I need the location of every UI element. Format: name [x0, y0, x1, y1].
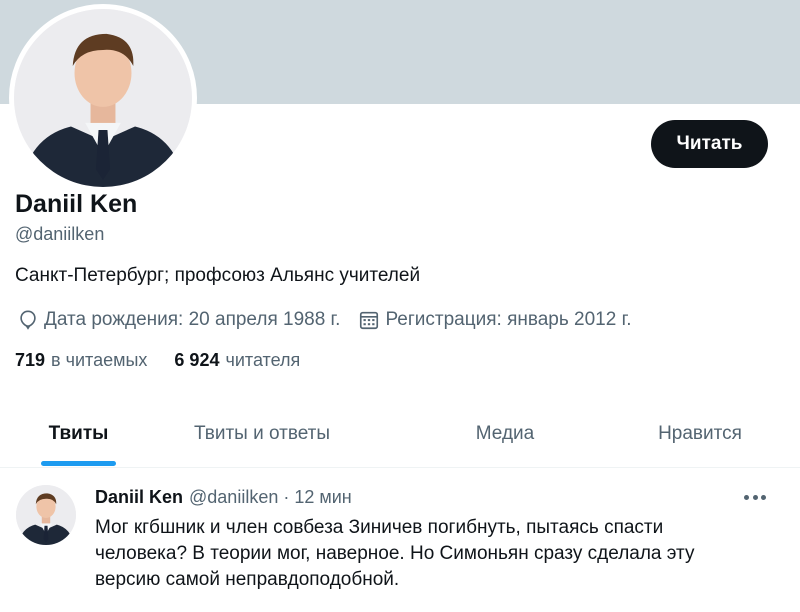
tab-tweets[interactable]: Твиты — [0, 400, 157, 467]
more-dots-icon[interactable] — [744, 491, 766, 503]
followers-link[interactable]: 6 924 читателя — [174, 350, 300, 371]
birthday-item: Дата рождения: 20 апреля 1988 г. — [17, 309, 340, 331]
profile-stats: 719 в читаемых 6 924 читателя — [15, 350, 300, 371]
tweet-avatar-image — [16, 485, 76, 545]
profile-avatar-image — [14, 9, 192, 187]
profile-handle: @daniilken — [15, 224, 105, 244]
balloon-icon — [17, 309, 39, 331]
tab-media[interactable]: Медиа — [430, 400, 580, 467]
active-tab-indicator — [41, 461, 116, 466]
tweet-text-line: человека? В теории мог, наверное. Но Сим… — [95, 543, 695, 564]
following-count: 719 — [15, 350, 46, 370]
profile-meta: Дата рождения: 20 апреля 1988 г. Регистр… — [17, 307, 632, 333]
tweet-author[interactable]: Daniil Ken — [95, 487, 183, 508]
tweet-header: Daniil Ken @daniilken · 12 мин — [95, 487, 352, 508]
following-link[interactable]: 719 в читаемых — [15, 350, 147, 371]
tweet-text-line: Мог кгбшник и член совбеза Зиничев погиб… — [95, 517, 664, 538]
tab-likes[interactable]: Нравится — [610, 400, 790, 467]
birthday-text: Дата рождения: 20 апреля 1988 г. — [44, 309, 341, 330]
tweet-separator: · — [283, 487, 290, 507]
following-label: в читаемых — [51, 350, 148, 370]
joined-text: Регистрация: январь 2012 г. — [385, 309, 632, 330]
followers-label: читателя — [225, 350, 301, 370]
tab-tweets-replies[interactable]: Твиты и ответы — [157, 400, 367, 467]
tweet-handle[interactable]: @daniilken — [189, 487, 278, 508]
followers-count: 6 924 — [174, 350, 220, 370]
tweet-time[interactable]: 12 мин — [294, 487, 351, 508]
tweet-text-line: версию самой неправдоподобной. — [95, 569, 400, 590]
tweet-text: Мог кгбшник и член совбеза Зиничев погиб… — [95, 515, 785, 593]
profile-bio: Санкт-Петербург; профсоюз Альянс учителе… — [15, 265, 421, 286]
tweet[interactable]: Daniil Ken @daniilken · 12 мин Мог кгбшн… — [0, 469, 800, 612]
profile-tabs: Твиты Твиты и ответы Медиа Нравится — [0, 400, 800, 468]
calendar-icon — [358, 309, 380, 331]
profile-avatar[interactable] — [9, 4, 197, 192]
joined-item: Регистрация: январь 2012 г. — [358, 309, 632, 331]
profile-name: Daniil Ken — [15, 190, 138, 218]
follow-button[interactable]: Читать — [651, 120, 768, 168]
tweet-avatar[interactable] — [16, 485, 76, 545]
